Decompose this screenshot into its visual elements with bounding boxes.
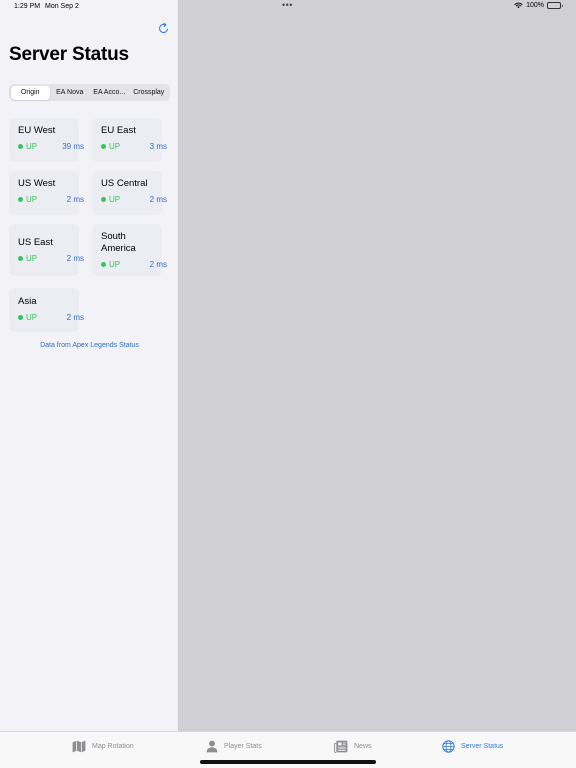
segment-ea-nova[interactable]: EA Nova <box>50 86 90 100</box>
status-row: UP 2 ms <box>101 260 167 269</box>
server-card-us-central: US Central UP 2 ms <box>92 171 167 215</box>
status-text: UP <box>26 254 38 263</box>
status-time: 1:29 PM <box>14 3 41 10</box>
globe-icon <box>442 740 455 753</box>
server-card-us-west: US West UP 2 ms <box>9 171 84 215</box>
status-row: UP 3 ms <box>101 142 167 151</box>
status-dot-icon <box>101 197 106 202</box>
server-card-eu-west: EU West UP 39 ms <box>9 118 84 162</box>
sidebar: Server Status Origin EA Nova EA Acco... … <box>0 0 179 731</box>
tab-label: Map Rotation <box>92 743 134 750</box>
segment-ea-accounts[interactable]: EA Acco... <box>90 86 130 100</box>
status-dot-icon <box>101 262 106 267</box>
status-row: UP 2 ms <box>18 195 84 204</box>
multitasking-dots-icon[interactable]: ••• <box>282 0 293 10</box>
status-dot-icon <box>18 197 23 202</box>
server-card-eu-east: EU East UP 3 ms <box>92 118 167 162</box>
region-name: US East <box>18 237 53 248</box>
status-text: UP <box>109 195 121 204</box>
tab-player-stats[interactable]: Player Stats <box>206 740 262 753</box>
tab-news[interactable]: News <box>334 740 372 753</box>
region-name: Asia <box>18 296 37 307</box>
status-bar: 1:29 PM Mon Sep 2 ••• 100% <box>0 0 576 14</box>
segment-crossplay[interactable]: Crossplay <box>129 86 169 100</box>
status-dot-icon <box>18 315 23 320</box>
status-text: UP <box>26 142 38 151</box>
status-dot-icon <box>18 256 23 261</box>
page-title: Server Status <box>9 44 129 65</box>
platform-segmented-control: Origin EA Nova EA Acco... Crossplay <box>9 84 170 101</box>
status-text: UP <box>26 313 38 322</box>
status-row: UP 2 ms <box>101 195 167 204</box>
server-card-south-america: South America UP 2 ms <box>92 224 167 276</box>
data-source-link[interactable]: Data from Apex Legends Status <box>0 342 179 349</box>
map-icon <box>72 740 86 753</box>
status-text: UP <box>26 195 38 204</box>
latency-text: 2 ms <box>66 313 84 322</box>
tab-label: Server Status <box>461 743 504 750</box>
region-name: US West <box>18 178 56 189</box>
region-name: EU West <box>18 125 56 136</box>
battery-icon <box>547 2 563 9</box>
tab-map-rotation[interactable]: Map Rotation <box>72 740 134 753</box>
detail-pane <box>180 0 576 731</box>
server-card-us-east: US East UP 2 ms <box>9 224 84 276</box>
tab-label: Player Stats <box>224 743 262 750</box>
person-icon <box>206 740 218 753</box>
region-name: South America <box>101 231 136 254</box>
refresh-button[interactable] <box>156 21 170 35</box>
latency-text: 39 ms <box>62 142 84 151</box>
status-row: UP 2 ms <box>18 313 84 322</box>
status-row: UP 39 ms <box>18 142 84 151</box>
status-right: 100% <box>514 2 563 9</box>
segment-origin[interactable]: Origin <box>10 85 50 100</box>
latency-text: 3 ms <box>149 142 167 151</box>
latency-text: 2 ms <box>66 195 84 204</box>
latency-text: 2 ms <box>149 195 167 204</box>
tab-label: News <box>354 743 372 750</box>
newspaper-icon <box>334 740 348 753</box>
battery-percent: 100% <box>526 2 544 9</box>
wifi-icon <box>514 2 523 9</box>
latency-text: 2 ms <box>149 260 167 269</box>
home-indicator <box>200 760 376 764</box>
tab-server-status[interactable]: Server Status <box>442 740 503 753</box>
status-dot-icon <box>101 144 106 149</box>
latency-text: 2 ms <box>66 254 84 263</box>
region-name: EU East <box>101 125 136 136</box>
status-date: Mon Sep 2 <box>45 3 79 10</box>
status-text: UP <box>109 142 121 151</box>
region-name: US Central <box>101 178 148 189</box>
server-card-asia: Asia UP 2 ms <box>9 288 84 332</box>
status-dot-icon <box>18 144 23 149</box>
status-row: UP 2 ms <box>18 254 84 263</box>
status-text: UP <box>109 260 121 269</box>
refresh-icon <box>158 22 168 33</box>
